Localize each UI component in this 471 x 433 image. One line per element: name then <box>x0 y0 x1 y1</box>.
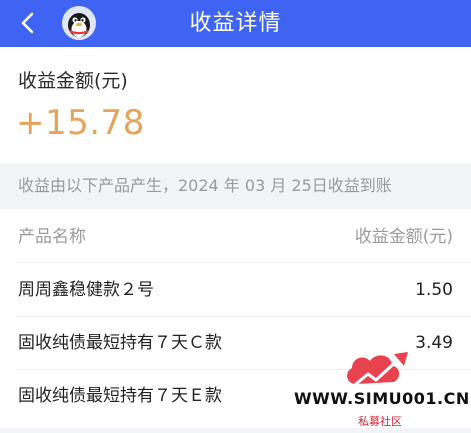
amount-value: +15.78 <box>16 103 145 143</box>
notice-text: 收益由以下产品产生，2024 年 03 月 25日收益到账 <box>18 176 392 195</box>
divider <box>18 262 471 263</box>
notice-banner: 收益由以下产品产生，2024 年 03 月 25日收益到账 <box>0 163 471 209</box>
amount-label: 收益金额(元) <box>18 70 128 92</box>
product-name: 固收纯债最短持有７天Ｅ款 <box>18 386 222 406</box>
table-header: 产品名称 收益金额(元) <box>0 215 471 259</box>
bottom-bar <box>0 428 471 433</box>
page-title: 收益详情 <box>189 11 282 36</box>
column-header-amount: 收益金额(元) <box>354 227 453 247</box>
column-header-product: 产品名称 <box>18 227 86 247</box>
product-amount: 1.50 <box>415 280 453 300</box>
product-name: 固收纯债最短持有７天Ｃ款 <box>18 333 222 353</box>
header-bar: 收益详情 <box>0 0 471 47</box>
watermark: WWW.SIMU001.CN 私募社区 <box>292 346 471 428</box>
table-row[interactable]: 周周鑫稳健款２号 1.50 <box>0 264 471 316</box>
watermark-caption: 私募社区 <box>358 415 402 428</box>
watermark-site: WWW.SIMU001.CN <box>294 389 470 408</box>
product-name: 周周鑫稳健款２号 <box>18 280 154 300</box>
site-logo-icon <box>347 352 408 386</box>
